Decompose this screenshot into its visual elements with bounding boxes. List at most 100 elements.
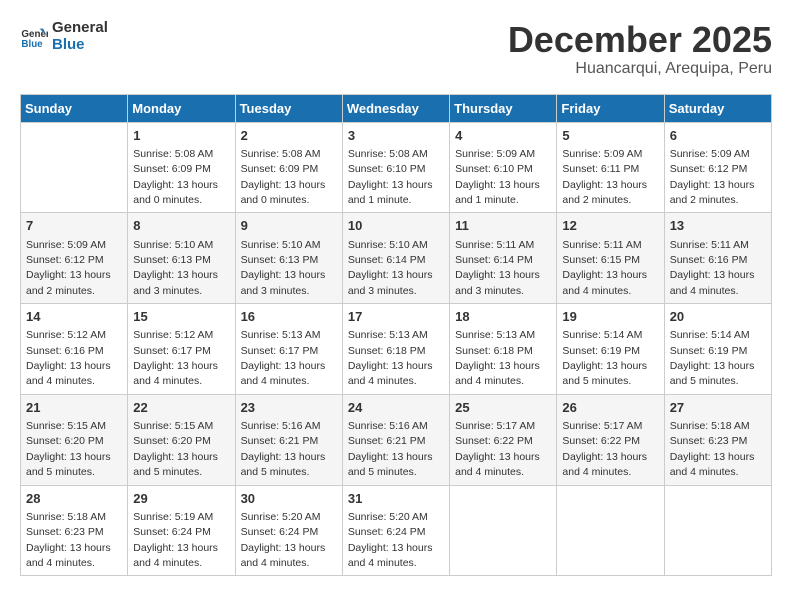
day-number: 28: [26, 490, 122, 508]
sunset: Sunset: 6:13 PM: [133, 254, 211, 266]
day-number: 12: [562, 217, 658, 235]
calendar-cell: 13 Sunrise: 5:11 AM Sunset: 6:16 PM Dayl…: [664, 213, 771, 304]
weekday-header-row: SundayMondayTuesdayWednesdayThursdayFrid…: [21, 94, 772, 122]
calendar-week-row: 14 Sunrise: 5:12 AM Sunset: 6:16 PM Dayl…: [21, 304, 772, 395]
sunset: Sunset: 6:10 PM: [455, 163, 533, 175]
sunset: Sunset: 6:22 PM: [455, 435, 533, 447]
calendar-cell: 25 Sunrise: 5:17 AM Sunset: 6:22 PM Dayl…: [450, 394, 557, 485]
daylight: Daylight: 13 hours and 4 minutes.: [133, 360, 218, 387]
sunrise: Sunrise: 5:14 AM: [562, 329, 642, 341]
sunset: Sunset: 6:23 PM: [670, 435, 748, 447]
sunset: Sunset: 6:19 PM: [670, 345, 748, 357]
calendar-cell: 10 Sunrise: 5:10 AM Sunset: 6:14 PM Dayl…: [342, 213, 449, 304]
calendar-cell: 19 Sunrise: 5:14 AM Sunset: 6:19 PM Dayl…: [557, 304, 664, 395]
calendar-cell: 4 Sunrise: 5:09 AM Sunset: 6:10 PM Dayli…: [450, 122, 557, 213]
calendar-week-row: 1 Sunrise: 5:08 AM Sunset: 6:09 PM Dayli…: [21, 122, 772, 213]
day-number: 21: [26, 399, 122, 417]
svg-text:Blue: Blue: [21, 38, 43, 49]
weekday-header: Thursday: [450, 94, 557, 122]
sunset: Sunset: 6:24 PM: [348, 526, 426, 538]
sunset: Sunset: 6:16 PM: [26, 345, 104, 357]
sunrise: Sunrise: 5:18 AM: [26, 511, 106, 523]
day-number: 7: [26, 217, 122, 235]
sunrise: Sunrise: 5:11 AM: [455, 239, 534, 251]
daylight: Daylight: 13 hours and 4 minutes.: [26, 360, 111, 387]
sunrise: Sunrise: 5:08 AM: [241, 148, 321, 160]
daylight: Daylight: 13 hours and 3 minutes.: [455, 269, 540, 296]
daylight: Daylight: 13 hours and 5 minutes.: [26, 451, 111, 478]
calendar-cell: 17 Sunrise: 5:13 AM Sunset: 6:18 PM Dayl…: [342, 304, 449, 395]
sunrise: Sunrise: 5:15 AM: [26, 420, 106, 432]
sunset: Sunset: 6:13 PM: [241, 254, 319, 266]
sunrise: Sunrise: 5:16 AM: [348, 420, 428, 432]
daylight: Daylight: 13 hours and 2 minutes.: [26, 269, 111, 296]
sunrise: Sunrise: 5:13 AM: [348, 329, 428, 341]
daylight: Daylight: 13 hours and 4 minutes.: [455, 451, 540, 478]
daylight: Daylight: 13 hours and 4 minutes.: [455, 360, 540, 387]
day-number: 4: [455, 127, 551, 145]
daylight: Daylight: 13 hours and 4 minutes.: [241, 542, 326, 569]
sunrise: Sunrise: 5:08 AM: [133, 148, 213, 160]
calendar-cell: 29 Sunrise: 5:19 AM Sunset: 6:24 PM Dayl…: [128, 485, 235, 576]
day-number: 25: [455, 399, 551, 417]
weekday-header: Friday: [557, 94, 664, 122]
calendar-cell: [21, 122, 128, 213]
logo: General Blue General Blue: [20, 20, 108, 53]
daylight: Daylight: 13 hours and 5 minutes.: [133, 451, 218, 478]
day-number: 30: [241, 490, 337, 508]
sunset: Sunset: 6:14 PM: [348, 254, 426, 266]
calendar-cell: 30 Sunrise: 5:20 AM Sunset: 6:24 PM Dayl…: [235, 485, 342, 576]
sunrise: Sunrise: 5:17 AM: [455, 420, 535, 432]
daylight: Daylight: 13 hours and 0 minutes.: [133, 179, 218, 206]
calendar-cell: 12 Sunrise: 5:11 AM Sunset: 6:15 PM Dayl…: [557, 213, 664, 304]
daylight: Daylight: 13 hours and 1 minute.: [455, 179, 540, 206]
logo-general: General: [52, 20, 108, 37]
day-number: 19: [562, 308, 658, 326]
sunrise: Sunrise: 5:08 AM: [348, 148, 428, 160]
daylight: Daylight: 13 hours and 3 minutes.: [348, 269, 433, 296]
calendar-week-row: 7 Sunrise: 5:09 AM Sunset: 6:12 PM Dayli…: [21, 213, 772, 304]
calendar-cell: 5 Sunrise: 5:09 AM Sunset: 6:11 PM Dayli…: [557, 122, 664, 213]
sunrise: Sunrise: 5:10 AM: [133, 239, 213, 251]
sunrise: Sunrise: 5:20 AM: [348, 511, 428, 523]
weekday-header: Sunday: [21, 94, 128, 122]
weekday-header: Tuesday: [235, 94, 342, 122]
sunset: Sunset: 6:17 PM: [241, 345, 319, 357]
sunrise: Sunrise: 5:18 AM: [670, 420, 750, 432]
sunset: Sunset: 6:21 PM: [348, 435, 426, 447]
sunset: Sunset: 6:18 PM: [348, 345, 426, 357]
calendar-cell: 21 Sunrise: 5:15 AM Sunset: 6:20 PM Dayl…: [21, 394, 128, 485]
day-number: 22: [133, 399, 229, 417]
calendar-cell: 20 Sunrise: 5:14 AM Sunset: 6:19 PM Dayl…: [664, 304, 771, 395]
day-number: 8: [133, 217, 229, 235]
calendar-cell: 16 Sunrise: 5:13 AM Sunset: 6:17 PM Dayl…: [235, 304, 342, 395]
daylight: Daylight: 13 hours and 3 minutes.: [241, 269, 326, 296]
day-number: 17: [348, 308, 444, 326]
day-number: 23: [241, 399, 337, 417]
day-number: 6: [670, 127, 766, 145]
calendar-cell: 3 Sunrise: 5:08 AM Sunset: 6:10 PM Dayli…: [342, 122, 449, 213]
sunset: Sunset: 6:09 PM: [241, 163, 319, 175]
daylight: Daylight: 13 hours and 3 minutes.: [133, 269, 218, 296]
daylight: Daylight: 13 hours and 4 minutes.: [241, 360, 326, 387]
title-block: December 2025 Huancarqui, Arequipa, Peru: [508, 20, 772, 78]
sunrise: Sunrise: 5:12 AM: [26, 329, 106, 341]
sunrise: Sunrise: 5:09 AM: [670, 148, 750, 160]
daylight: Daylight: 13 hours and 4 minutes.: [562, 269, 647, 296]
calendar-cell: 8 Sunrise: 5:10 AM Sunset: 6:13 PM Dayli…: [128, 213, 235, 304]
day-number: 16: [241, 308, 337, 326]
day-number: 5: [562, 127, 658, 145]
sunrise: Sunrise: 5:16 AM: [241, 420, 321, 432]
sunset: Sunset: 6:12 PM: [670, 163, 748, 175]
calendar-cell: 15 Sunrise: 5:12 AM Sunset: 6:17 PM Dayl…: [128, 304, 235, 395]
calendar-cell: 2 Sunrise: 5:08 AM Sunset: 6:09 PM Dayli…: [235, 122, 342, 213]
daylight: Daylight: 13 hours and 5 minutes.: [348, 451, 433, 478]
sunset: Sunset: 6:24 PM: [241, 526, 319, 538]
location: Huancarqui, Arequipa, Peru: [508, 60, 772, 78]
daylight: Daylight: 13 hours and 5 minutes.: [562, 360, 647, 387]
sunset: Sunset: 6:24 PM: [133, 526, 211, 538]
sunset: Sunset: 6:12 PM: [26, 254, 104, 266]
calendar-week-row: 21 Sunrise: 5:15 AM Sunset: 6:20 PM Dayl…: [21, 394, 772, 485]
sunset: Sunset: 6:11 PM: [562, 163, 639, 175]
day-number: 26: [562, 399, 658, 417]
